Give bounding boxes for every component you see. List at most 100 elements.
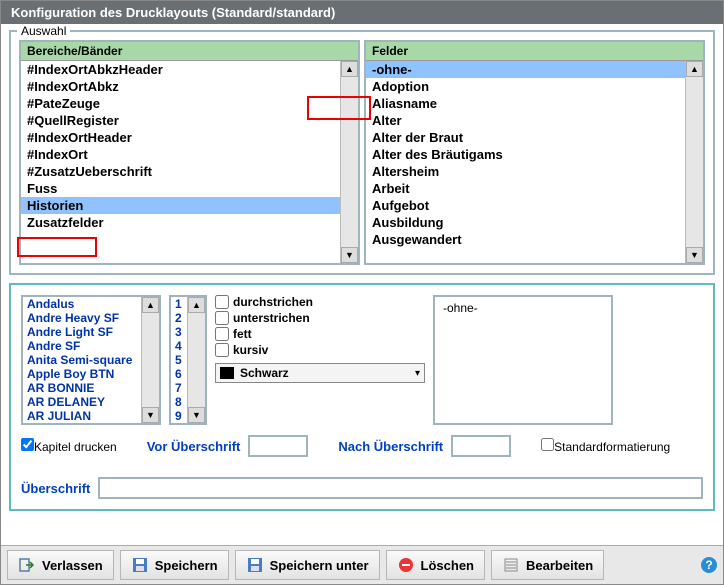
delete-icon bbox=[397, 556, 415, 574]
list-item[interactable]: AR BONNIE bbox=[23, 381, 141, 395]
standardformatierung-check[interactable]: Standardformatierung bbox=[541, 438, 670, 454]
bereiche-scrollbar[interactable]: ▲ ▼ bbox=[340, 61, 358, 263]
vor-ueberschrift-label: Vor Überschrift bbox=[147, 439, 241, 454]
list-item[interactable]: #ZusatzUeberschrift bbox=[21, 163, 340, 180]
list-item[interactable]: #QuellRegister bbox=[21, 112, 340, 129]
color-label: Schwarz bbox=[240, 366, 415, 380]
font-listbox[interactable]: AndalusAndre Heavy SFAndre Light SFAndre… bbox=[21, 295, 161, 425]
nach-ueberschrift-input[interactable] bbox=[451, 435, 511, 457]
button-label: Speichern unter bbox=[270, 558, 369, 573]
size-listbox[interactable]: 12345678910 ▲ ▼ bbox=[169, 295, 207, 425]
exit-icon bbox=[18, 556, 36, 574]
verlassen-button[interactable]: Verlassen bbox=[7, 550, 114, 580]
list-item[interactable]: 4 bbox=[171, 339, 187, 353]
button-label: Bearbeiten bbox=[526, 558, 593, 573]
check-label: unterstrichen bbox=[233, 311, 310, 325]
preview-text: -ohne- bbox=[443, 301, 478, 315]
check-label: Standardformatierung bbox=[554, 440, 670, 454]
scroll-down-icon[interactable]: ▼ bbox=[142, 407, 159, 423]
preview-box: -ohne- bbox=[433, 295, 613, 425]
fett-check[interactable]: fett bbox=[215, 327, 425, 341]
bereiche-header: Bereiche/Bänder bbox=[21, 42, 358, 61]
list-item[interactable]: Zusatzfelder bbox=[21, 214, 340, 231]
ueberschrift-label: Überschrift bbox=[21, 481, 90, 496]
bearbeiten-button[interactable]: Bearbeiten bbox=[491, 550, 604, 580]
auswahl-group: Auswahl Bereiche/Bänder #IndexOrtAbkzHea… bbox=[9, 30, 715, 275]
kapitel-drucken-check[interactable]: Kapitel drucken bbox=[21, 438, 117, 454]
list-item[interactable]: Ausbildung bbox=[366, 214, 685, 231]
scroll-up-icon[interactable]: ▲ bbox=[686, 61, 703, 77]
felder-scrollbar[interactable]: ▲ ▼ bbox=[685, 61, 703, 263]
scroll-down-icon[interactable]: ▼ bbox=[341, 247, 358, 263]
list-item[interactable]: Apple Boy BTN bbox=[23, 367, 141, 381]
list-item[interactable]: #IndexOrtHeader bbox=[21, 129, 340, 146]
check-label: fett bbox=[233, 327, 252, 341]
list-item[interactable]: Ausgewandert bbox=[366, 231, 685, 248]
color-select[interactable]: Schwarz ▾ bbox=[215, 363, 425, 383]
help-icon[interactable]: ? bbox=[701, 557, 717, 573]
vor-ueberschrift-input[interactable] bbox=[248, 435, 308, 457]
size-scrollbar[interactable]: ▲ ▼ bbox=[187, 297, 205, 423]
list-item[interactable]: Alter des Bräutigams bbox=[366, 146, 685, 163]
color-swatch-icon bbox=[220, 367, 234, 379]
chevron-down-icon: ▾ bbox=[415, 368, 420, 379]
list-item[interactable]: #IndexOrt bbox=[21, 146, 340, 163]
scroll-up-icon[interactable]: ▲ bbox=[188, 297, 205, 313]
nach-ueberschrift-label: Nach Überschrift bbox=[338, 439, 443, 454]
save-as-icon bbox=[246, 556, 264, 574]
scroll-up-icon[interactable]: ▲ bbox=[142, 297, 159, 313]
felder-header: Felder bbox=[366, 42, 703, 61]
check-label: kursiv bbox=[233, 343, 268, 357]
list-item[interactable]: Historien bbox=[21, 197, 340, 214]
button-label: Verlassen bbox=[42, 558, 103, 573]
speichern-button[interactable]: Speichern bbox=[120, 550, 229, 580]
list-item[interactable]: 5 bbox=[171, 353, 187, 367]
list-item[interactable]: -ohne- bbox=[366, 61, 685, 78]
unterstrichen-check[interactable]: unterstrichen bbox=[215, 311, 425, 325]
list-item[interactable]: Arbeit bbox=[366, 180, 685, 197]
list-item[interactable]: Aufgebot bbox=[366, 197, 685, 214]
list-item[interactable]: Andre Heavy SF bbox=[23, 311, 141, 325]
group-label: Auswahl bbox=[17, 24, 70, 38]
loeschen-button[interactable]: Löschen bbox=[386, 550, 485, 580]
kursiv-check[interactable]: kursiv bbox=[215, 343, 425, 357]
font-scrollbar[interactable]: ▲ ▼ bbox=[141, 297, 159, 423]
list-item[interactable]: 2 bbox=[171, 311, 187, 325]
list-item[interactable]: 3 bbox=[171, 325, 187, 339]
list-item[interactable]: AR DELANEY bbox=[23, 395, 141, 409]
felder-listbox[interactable]: Felder -ohne-AdoptionAliasnameAlterAlter… bbox=[364, 40, 705, 265]
list-item[interactable]: 6 bbox=[171, 367, 187, 381]
ueberschrift-input[interactable] bbox=[98, 477, 703, 499]
list-item[interactable]: Altersheim bbox=[366, 163, 685, 180]
durchstrichen-check[interactable]: durchstrichen bbox=[215, 295, 425, 309]
toolbar: Verlassen Speichern Speichern unter Lösc… bbox=[1, 545, 723, 584]
list-item[interactable]: Alter bbox=[366, 112, 685, 129]
button-label: Löschen bbox=[421, 558, 474, 573]
list-item[interactable]: Alter der Braut bbox=[366, 129, 685, 146]
list-item[interactable]: 9 bbox=[171, 409, 187, 423]
list-item[interactable]: Adoption bbox=[366, 78, 685, 95]
list-item[interactable]: Andalus bbox=[23, 297, 141, 311]
list-item[interactable]: Aliasname bbox=[366, 95, 685, 112]
scroll-down-icon[interactable]: ▼ bbox=[686, 247, 703, 263]
list-item[interactable]: AR JULIAN bbox=[23, 409, 141, 423]
scroll-down-icon[interactable]: ▼ bbox=[188, 407, 205, 423]
list-item[interactable]: 8 bbox=[171, 395, 187, 409]
list-item[interactable]: 1 bbox=[171, 297, 187, 311]
format-panel: AndalusAndre Heavy SFAndre Light SFAndre… bbox=[9, 283, 715, 511]
speichern-unter-button[interactable]: Speichern unter bbox=[235, 550, 380, 580]
list-item[interactable]: #PateZeuge bbox=[21, 95, 340, 112]
list-item[interactable]: Andre Light SF bbox=[23, 325, 141, 339]
list-item[interactable]: #IndexOrtAbkz bbox=[21, 78, 340, 95]
button-label: Speichern bbox=[155, 558, 218, 573]
scroll-up-icon[interactable]: ▲ bbox=[341, 61, 358, 77]
list-item[interactable]: 7 bbox=[171, 381, 187, 395]
titlebar: Konfiguration des Drucklayouts (Standard… bbox=[1, 1, 723, 24]
bereiche-listbox[interactable]: Bereiche/Bänder #IndexOrtAbkzHeader#Inde… bbox=[19, 40, 360, 265]
list-item[interactable]: Andre SF bbox=[23, 339, 141, 353]
list-item[interactable]: Fuss bbox=[21, 180, 340, 197]
list-item[interactable]: Anita Semi-square bbox=[23, 353, 141, 367]
edit-icon bbox=[502, 556, 520, 574]
list-item[interactable]: #IndexOrtAbkzHeader bbox=[21, 61, 340, 78]
check-label: durchstrichen bbox=[233, 295, 313, 309]
